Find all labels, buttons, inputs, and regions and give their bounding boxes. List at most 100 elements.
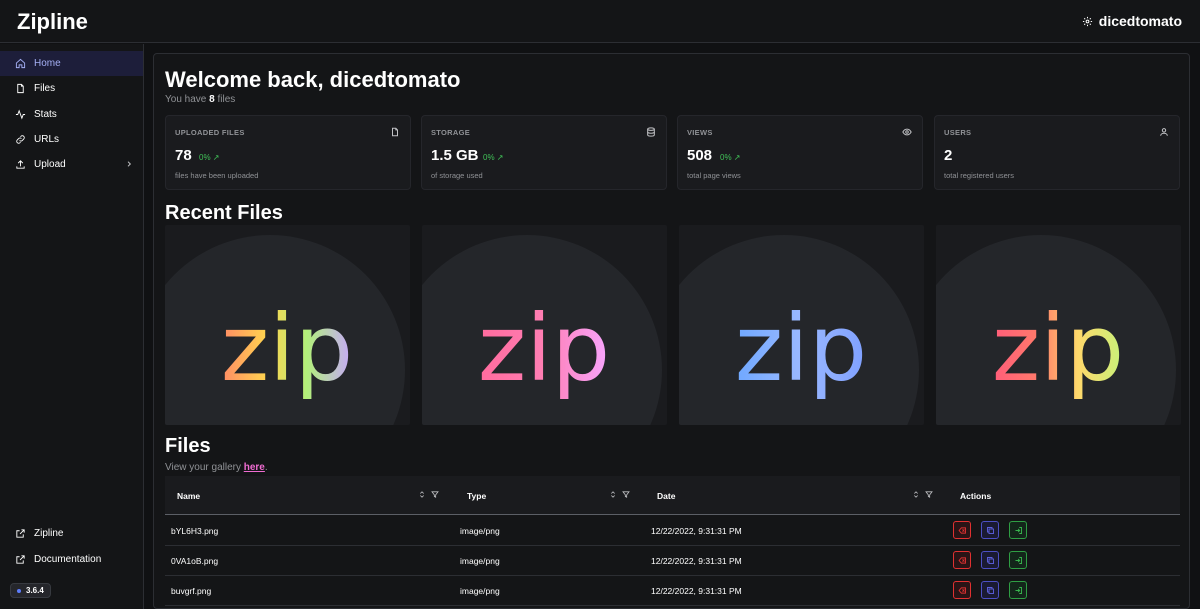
- recent-file-thumbnail[interactable]: zip: [679, 225, 924, 425]
- file-name: bYL6H3.png: [171, 526, 219, 536]
- recent-file-thumbnail[interactable]: zip: [936, 225, 1181, 425]
- stat-card-uploaded-files: UPLOADED FILES 78 0% ↗ files have been u…: [165, 115, 411, 190]
- files-title: Files: [165, 435, 211, 457]
- table-header: Name Type Date Actions: [165, 476, 1180, 515]
- upload-icon: [16, 160, 25, 169]
- recent-file-thumbnail[interactable]: zip: [165, 225, 410, 425]
- sidebar-item-label: Files: [34, 83, 56, 94]
- column-header-name[interactable]: Name: [177, 491, 200, 501]
- app-header: Zipline dicedtomato: [0, 0, 1200, 43]
- stat-card-storage: STORAGE 1.5 GB 0% ↗ of storage used: [421, 115, 667, 190]
- zip-logo-image: zip: [478, 295, 610, 402]
- file-icon: [392, 127, 398, 137]
- sort-icon[interactable]: [609, 490, 617, 499]
- home-icon: [15, 58, 26, 69]
- file-date: 12/22/2022, 9:31:31 PM: [651, 556, 742, 566]
- stat-diff-value: 0%: [483, 153, 495, 162]
- sidebar-item-urls[interactable]: URLs: [0, 127, 143, 152]
- copy-icon: [986, 556, 994, 564]
- stat-title: VIEWS: [687, 128, 713, 137]
- external-open-icon: [1015, 526, 1022, 534]
- stat-title: STORAGE: [431, 128, 471, 137]
- version-badge: 3.6.4: [10, 583, 51, 598]
- open-button[interactable]: [1009, 581, 1027, 599]
- copy-button[interactable]: [981, 581, 999, 599]
- file-date: 12/22/2022, 9:31:31 PM: [651, 526, 742, 536]
- zip-logo-text: zip: [992, 295, 1124, 402]
- table-row[interactable]: buvgrf.png image/png 12/22/2022, 9:31:31…: [165, 576, 1180, 606]
- delete-button[interactable]: [953, 521, 971, 539]
- main-panel: Welcome back, dicedtomato You have 8 fil…: [153, 53, 1190, 609]
- stat-value: 1.5 GB: [431, 147, 479, 164]
- zip-logo-image: zip: [735, 295, 867, 402]
- arrow-up-right-icon: ↗: [733, 153, 741, 162]
- stat-diff: 0% ↗: [199, 153, 220, 162]
- delete-button[interactable]: [953, 581, 971, 599]
- gallery-link[interactable]: here: [244, 462, 265, 473]
- sidebar-item-upload[interactable]: Upload: [0, 152, 143, 177]
- external-open-icon: [1015, 556, 1022, 564]
- sidebar-item-label: Upload: [34, 159, 66, 170]
- recent-files-title: Recent Files: [165, 202, 283, 224]
- filter-icon[interactable]: [622, 490, 630, 499]
- file-count: 8: [209, 94, 215, 105]
- subtitle-prefix: You have: [165, 94, 207, 105]
- database-icon: [647, 127, 655, 137]
- copy-button[interactable]: [981, 521, 999, 539]
- sidebar-link-zipline[interactable]: Zipline: [0, 521, 143, 546]
- sidebar-item-files[interactable]: Files: [0, 76, 143, 101]
- chevron-right-icon: [127, 161, 132, 167]
- table-row[interactable]: bYL6H3.png image/png 12/22/2022, 9:31:31…: [165, 516, 1180, 546]
- sidebar-item-home[interactable]: Home: [0, 51, 143, 76]
- column-header-actions: Actions: [960, 491, 992, 501]
- page-title: Welcome back, dicedtomato: [165, 67, 461, 92]
- username-label: dicedtomato: [1098, 13, 1182, 29]
- arrow-up-right-icon: ↗: [496, 153, 504, 162]
- stat-title: USERS: [944, 128, 972, 137]
- delete-button[interactable]: [953, 551, 971, 569]
- files-subtitle-prefix: View your gallery: [165, 462, 241, 473]
- stat-description: total page views: [687, 171, 741, 180]
- sort-icon[interactable]: [418, 490, 426, 499]
- user-menu-button[interactable]: dicedtomato: [1082, 13, 1182, 29]
- copy-icon: [986, 526, 994, 534]
- open-button[interactable]: [1009, 521, 1027, 539]
- stat-diff: 0% ↗: [483, 153, 504, 162]
- stat-description: files have been uploaded: [175, 171, 259, 180]
- open-button[interactable]: [1009, 551, 1027, 569]
- sidebar-link-label: Zipline: [34, 528, 64, 539]
- file-type: image/png: [460, 586, 500, 596]
- sidebar-item-stats[interactable]: Stats: [0, 102, 143, 127]
- zip-logo-text: zip: [735, 295, 867, 402]
- eye-icon: [902, 128, 912, 136]
- copy-icon: [986, 586, 994, 594]
- column-header-type[interactable]: Type: [467, 491, 486, 501]
- stat-value: 2: [944, 147, 953, 164]
- column-header-date[interactable]: Date: [657, 491, 675, 501]
- files-subtitle: View your gallery here.: [165, 462, 268, 473]
- backspace-icon: [958, 556, 966, 564]
- stat-value: 78: [175, 147, 192, 164]
- backspace-icon: [958, 586, 966, 594]
- copy-button[interactable]: [981, 551, 999, 569]
- table-row[interactable]: 0VA1oB.png image/png 12/22/2022, 9:31:31…: [165, 546, 1180, 576]
- file-type: image/png: [460, 526, 500, 536]
- arrow-up-right-icon: ↗: [212, 153, 220, 162]
- recent-file-thumbnail[interactable]: zip: [422, 225, 667, 425]
- zip-logo-image: zip: [992, 295, 1124, 402]
- stat-card-users: USERS 2 total registered users: [934, 115, 1180, 190]
- file-date: 12/22/2022, 9:31:31 PM: [651, 586, 742, 596]
- version-dot: [17, 588, 21, 593]
- user-icon: [1160, 128, 1168, 136]
- sidebar: Home Files Stats URLs Upload Zipline Doc…: [0, 44, 144, 609]
- app-logo[interactable]: Zipline: [17, 9, 88, 35]
- filter-icon[interactable]: [431, 490, 439, 499]
- sidebar-link-label: Documentation: [34, 554, 102, 565]
- version-label: 3.6.4: [26, 586, 44, 595]
- file-type: image/png: [460, 556, 500, 566]
- file-name: 0VA1oB.png: [171, 556, 219, 566]
- sort-icon[interactable]: [912, 490, 920, 499]
- filter-icon[interactable]: [925, 490, 933, 499]
- stat-diff-value: 0%: [720, 153, 732, 162]
- sidebar-link-documentation[interactable]: Documentation: [0, 547, 143, 572]
